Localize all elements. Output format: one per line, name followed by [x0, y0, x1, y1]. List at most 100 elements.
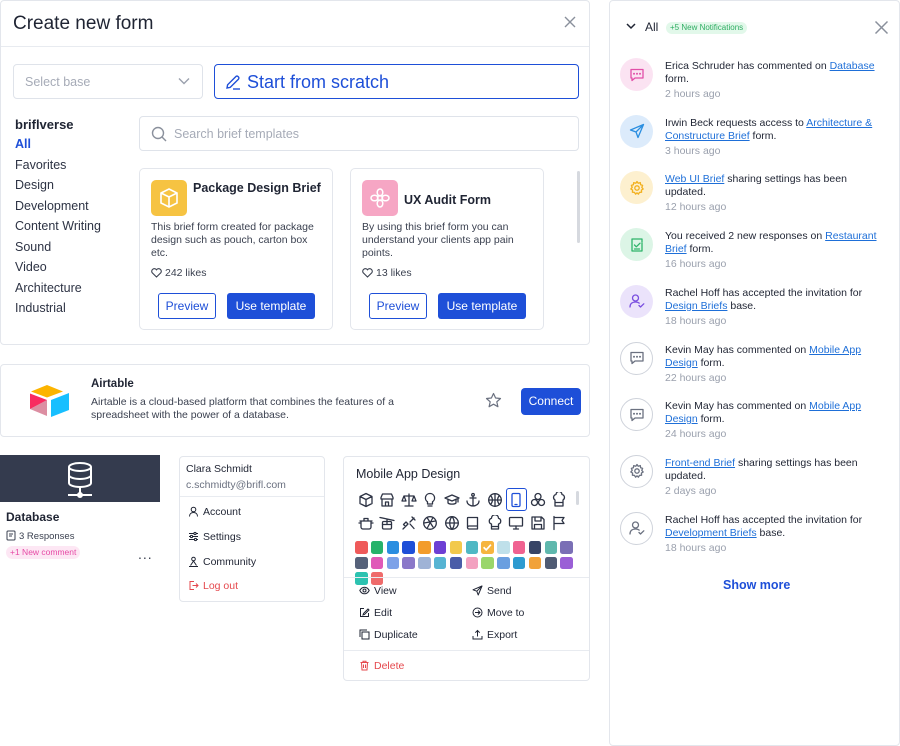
notification-filter[interactable]: All	[645, 20, 658, 34]
color-swatch[interactable]	[465, 556, 479, 569]
color-swatch[interactable]	[560, 556, 573, 569]
notification-item[interactable]: You received 2 new responses on Restaura…	[620, 228, 890, 284]
color-swatch[interactable]	[560, 541, 573, 554]
category-industrial[interactable]: Industrial	[15, 301, 130, 322]
chevron-down-icon[interactable]	[626, 22, 636, 30]
duplicate-action[interactable]: Duplicate	[359, 629, 418, 645]
color-swatch[interactable]	[544, 541, 558, 554]
color-swatch[interactable]	[528, 541, 542, 554]
send-action[interactable]: Send	[472, 585, 512, 601]
color-swatch[interactable]	[544, 556, 558, 569]
color-swatch[interactable]	[370, 572, 384, 585]
view-action[interactable]: View	[359, 585, 397, 601]
notification-item[interactable]: Kevin May has commented on Mobile App De…	[620, 398, 890, 454]
aperture-icon[interactable]	[420, 511, 442, 534]
monitor-icon[interactable]	[506, 511, 528, 534]
color-swatch[interactable]	[418, 541, 431, 554]
category-favorites[interactable]: Favorites	[15, 158, 130, 179]
notification-item[interactable]: Kevin May has commented on Mobile App De…	[620, 341, 890, 398]
logout-button[interactable]: Log out	[188, 580, 238, 596]
cablecar-icon[interactable]	[377, 511, 399, 534]
category-development[interactable]: Development	[15, 199, 130, 220]
category-content-writing[interactable]: Content Writing	[15, 219, 130, 240]
color-swatch[interactable]	[481, 556, 494, 569]
select-base-dropdown[interactable]: Select base	[13, 64, 203, 99]
basketball-icon[interactable]	[484, 488, 506, 511]
color-swatch[interactable]	[449, 556, 463, 569]
edit-action[interactable]: Edit	[359, 607, 392, 623]
color-swatch[interactable]	[481, 541, 494, 554]
templates-scrollbar[interactable]	[577, 171, 580, 243]
more-options-icon[interactable]: ...	[138, 546, 153, 562]
flag-icon[interactable]	[549, 511, 571, 534]
category-video[interactable]: Video	[15, 260, 130, 281]
store-icon[interactable]	[377, 488, 399, 511]
globe-icon[interactable]	[441, 511, 463, 534]
category-all[interactable]: All	[15, 137, 130, 158]
use-template-button[interactable]: Use template	[227, 293, 315, 319]
menu-item-settings[interactable]: Settings	[188, 531, 241, 547]
tools-icon[interactable]	[398, 511, 420, 534]
category-design[interactable]: Design	[15, 178, 130, 199]
color-swatch[interactable]	[528, 556, 542, 569]
notification-link[interactable]: Database	[830, 60, 875, 72]
color-swatch[interactable]	[402, 541, 415, 554]
close-icon[interactable]	[564, 16, 578, 30]
color-swatch[interactable]	[512, 556, 526, 569]
color-swatch[interactable]	[433, 541, 447, 554]
menu-item-account[interactable]: Account	[188, 506, 241, 522]
category-architecture[interactable]: Architecture	[15, 281, 130, 302]
export-action[interactable]: Export	[472, 629, 517, 645]
color-swatch[interactable]	[402, 556, 415, 569]
notification-item[interactable]: Web UI Brief sharing settings has been u…	[620, 171, 890, 227]
category-sound[interactable]: Sound	[15, 240, 130, 261]
phone-icon[interactable]	[505, 488, 527, 511]
menu-item-community[interactable]: Community	[188, 556, 256, 572]
star-icon[interactable]	[485, 392, 502, 409]
chef-hat-icon[interactable]	[484, 511, 506, 534]
notification-item[interactable]: Front-end Brief sharing settings has bee…	[620, 454, 890, 511]
start-from-scratch-button[interactable]: Start from scratch	[214, 64, 579, 99]
bulb-icon[interactable]	[420, 488, 442, 511]
color-swatch[interactable]	[355, 541, 368, 554]
notification-link[interactable]: Front-end Brief	[665, 457, 735, 469]
book-icon[interactable]	[463, 511, 485, 534]
show-more-button[interactable]: Show more	[723, 578, 790, 592]
color-swatch[interactable]	[497, 541, 510, 554]
color-swatch[interactable]	[386, 556, 400, 569]
notification-link[interactable]: Web UI Brief	[665, 173, 724, 185]
anchor-icon[interactable]	[463, 488, 485, 511]
color-swatch[interactable]	[512, 541, 526, 554]
chef-icon[interactable]	[549, 488, 571, 511]
color-swatch[interactable]	[433, 556, 447, 569]
icon-picker-scrollbar[interactable]	[576, 491, 579, 505]
color-swatch[interactable]	[449, 541, 463, 554]
delete-button[interactable]: Delete	[359, 660, 404, 672]
color-swatch[interactable]	[370, 556, 384, 569]
color-swatch[interactable]	[355, 572, 368, 585]
preview-button[interactable]: Preview	[158, 293, 216, 319]
notification-link[interactable]: Development Briefs	[665, 527, 757, 539]
save-icon[interactable]	[527, 511, 549, 534]
connect-button[interactable]: Connect	[521, 388, 581, 415]
color-swatch[interactable]	[370, 541, 384, 554]
notification-item[interactable]: Rachel Hoff has accepted the invitation …	[620, 284, 890, 341]
notification-item[interactable]: Erica Schruder has commented on Database…	[620, 58, 890, 114]
color-swatch[interactable]	[418, 556, 431, 569]
molecule-icon[interactable]	[527, 488, 549, 511]
color-swatch[interactable]	[355, 556, 368, 569]
template-search-input[interactable]: Search brief templates	[139, 116, 579, 151]
notification-item[interactable]: Irwin Beck requests access to Architectu…	[620, 114, 890, 171]
color-swatch[interactable]	[497, 556, 510, 569]
color-swatch[interactable]	[386, 541, 400, 554]
pot-icon[interactable]	[355, 511, 377, 534]
close-icon[interactable]	[874, 20, 889, 35]
color-swatch[interactable]	[465, 541, 479, 554]
notification-item[interactable]: Rachel Hoff has accepted the invitation …	[620, 511, 890, 568]
preview-button[interactable]: Preview	[369, 293, 427, 319]
move-to-action[interactable]: Move to	[472, 607, 524, 623]
notification-link[interactable]: Design Briefs	[665, 300, 727, 312]
scale-icon[interactable]	[398, 488, 420, 511]
cube-icon[interactable]	[355, 488, 377, 511]
use-template-button[interactable]: Use template	[438, 293, 526, 319]
